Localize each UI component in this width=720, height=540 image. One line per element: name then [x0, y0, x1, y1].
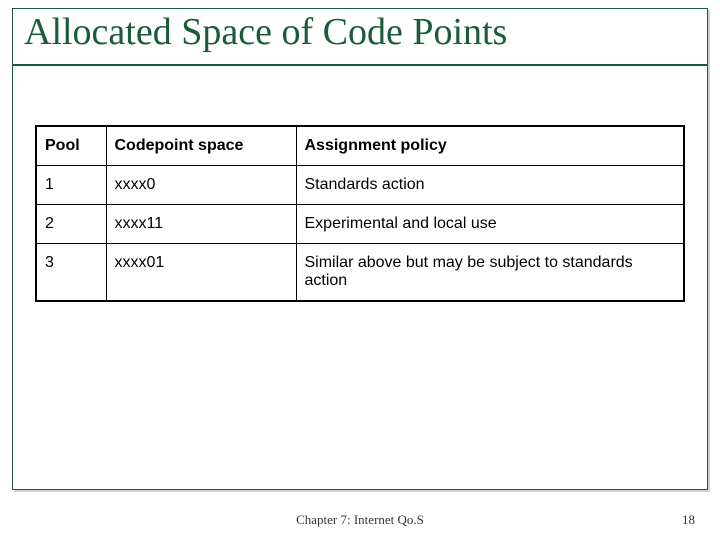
table-row: 2 xxxx11 Experimental and local use	[36, 205, 684, 244]
page-number: 18	[682, 512, 695, 528]
title-underline	[12, 64, 708, 66]
header-codepoint: Codepoint space	[106, 126, 296, 166]
cell-assignment: Standards action	[296, 166, 684, 205]
table-row: 3 xxxx01 Similar above but may be subjec…	[36, 244, 684, 302]
cell-pool: 3	[36, 244, 106, 302]
cell-codepoint: xxxx01	[106, 244, 296, 302]
cell-codepoint: xxxx11	[106, 205, 296, 244]
codepoint-table-container: Pool Codepoint space Assignment policy 1…	[35, 125, 685, 302]
cell-assignment: Similar above but may be subject to stan…	[296, 244, 684, 302]
cell-assignment: Experimental and local use	[296, 205, 684, 244]
header-pool: Pool	[36, 126, 106, 166]
cell-pool: 2	[36, 205, 106, 244]
codepoint-table: Pool Codepoint space Assignment policy 1…	[35, 125, 685, 302]
cell-pool: 1	[36, 166, 106, 205]
slide-title: Allocated Space of Code Points	[24, 10, 507, 54]
footer-chapter: Chapter 7: Internet Qo.S	[0, 512, 720, 528]
table-header-row: Pool Codepoint space Assignment policy	[36, 126, 684, 166]
cell-codepoint: xxxx0	[106, 166, 296, 205]
header-assignment: Assignment policy	[296, 126, 684, 166]
table-row: 1 xxxx0 Standards action	[36, 166, 684, 205]
